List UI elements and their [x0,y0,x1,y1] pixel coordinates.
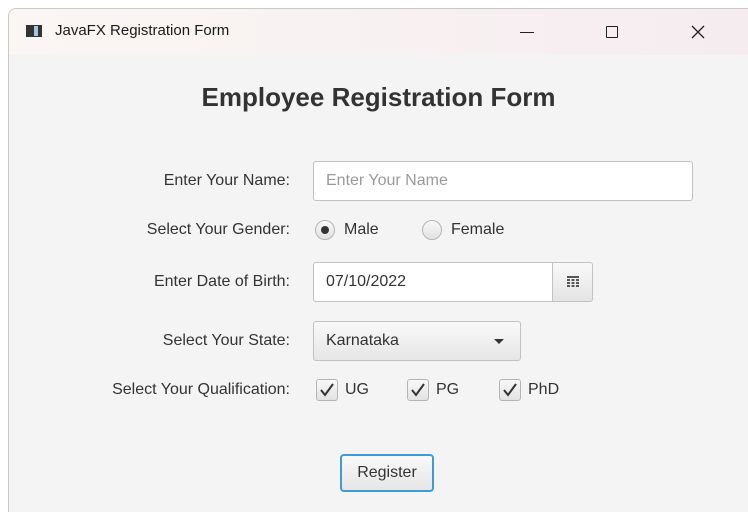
maximize-button[interactable] [589,9,635,55]
checkbox[interactable] [316,379,338,401]
close-icon [691,25,705,39]
qualification-phd-label: PhD [528,381,560,398]
radio-button-selected[interactable] [315,220,335,240]
qualification-checkbox-pg[interactable]: PG [407,379,459,401]
window-title: JavaFX Registration Form [55,22,230,39]
register-button[interactable]: Register [340,454,434,492]
state-selected-value: Karnataka [326,332,399,349]
form-heading: Employee Registration Form [201,82,556,112]
gender-option-male-label: Male [344,221,379,238]
java-app-icon [26,25,42,37]
gender-option-female-label: Female [451,221,505,238]
minimize-icon [520,31,534,33]
checkmark-icon [320,383,334,397]
calendar-icon [566,276,579,287]
gender-label: Select Your Gender: [146,221,290,238]
checkmark-icon [411,383,425,397]
dob-input[interactable] [313,262,553,302]
state-label: Select Your State: [162,332,290,349]
app-window: JavaFX Registration Form Employee Regist… [8,8,748,512]
qualification-ug-label: UG [345,381,369,398]
dob-label: Enter Date of Birth: [153,273,290,290]
gender-radio-female[interactable]: Female [422,220,504,240]
close-button[interactable] [675,9,721,55]
radio-button[interactable] [422,220,442,240]
state-combobox[interactable]: Karnataka [313,321,521,361]
name-label: Enter Your Name: [163,172,290,189]
maximize-icon [606,26,618,38]
checkbox[interactable] [407,379,429,401]
checkmark-icon [503,383,517,397]
chevron-down-icon [494,338,504,344]
date-picker-button[interactable] [552,262,593,302]
gender-radio-male[interactable]: Male [315,220,379,240]
checkbox[interactable] [499,379,521,401]
qualification-checkbox-ug[interactable]: UG [316,379,369,401]
qualification-label: Select Your Qualification: [112,381,290,398]
name-input[interactable] [313,161,693,201]
qualification-checkbox-phd[interactable]: PhD [499,379,559,401]
qualification-pg-label: PG [436,381,460,398]
minimize-button[interactable] [504,9,550,55]
title-bar[interactable]: JavaFX Registration Form [9,9,748,55]
radio-selected-dot [321,226,329,234]
